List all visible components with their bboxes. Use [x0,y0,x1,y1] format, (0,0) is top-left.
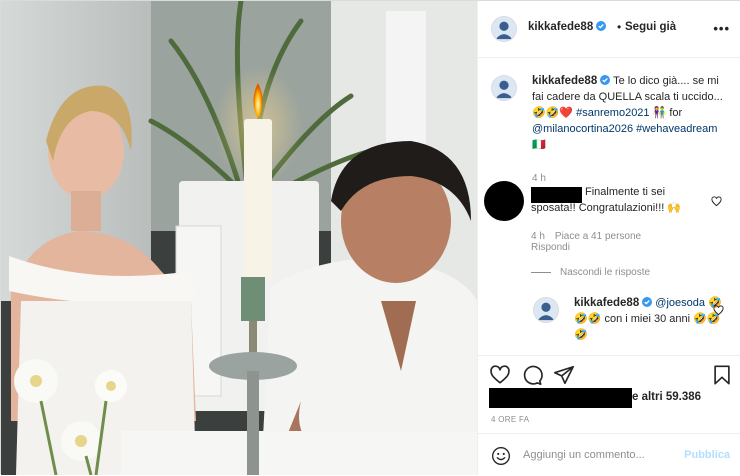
reply-username[interactable]: kikkafede88 [574,297,639,309]
avatar-image [534,298,558,322]
paper-plane-icon[interactable] [553,364,575,386]
follow-button[interactable]: Segui già [625,21,676,33]
likes-count[interactable]: e altri 59.386 [632,391,701,403]
header-username-text[interactable]: kikkafede88 [528,21,593,33]
post-actions: e altri 59.386 4 ORE FA Pubblica [478,355,740,475]
avatar-image [492,17,516,41]
comment-bubble-icon[interactable] [521,364,543,386]
publish-button[interactable]: Pubblica [684,449,730,461]
hashtag-link[interactable]: #sanremo2021 [576,107,649,119]
reply-button[interactable]: Rispondi [531,242,570,253]
caption-timestamp[interactable]: 4 h [532,173,546,184]
avatar[interactable] [491,75,517,101]
comment-input[interactable] [523,445,673,465]
header-separator: • [617,20,622,34]
caption-username[interactable]: kikkafede88 [532,75,597,87]
comment-meta: 4 h Piace a 41 persone [531,231,651,242]
smiley-icon[interactable] [491,446,511,466]
hide-replies-label[interactable]: Nascondi le risposte [560,267,650,278]
reply-text: kikkafede88 @joesoda 🤣🤣🤣 con i miei 30 a… [574,295,724,343]
hashtag-link[interactable]: #wehaveadream [636,123,717,135]
couple-candle-photo [1,1,477,475]
verified-badge-icon [596,21,607,31]
heart-icon[interactable] [489,364,511,386]
redacted-avatar [484,181,524,221]
comments-list[interactable]: kikkafede88 Te lo dico già.... se mi fai… [478,59,740,355]
comment-timestamp[interactable]: 4 h [531,231,545,242]
post-header: kikkafede88 • Segui già ••• [478,1,740,58]
avatar[interactable] [533,297,559,323]
verified-badge-icon [600,75,611,85]
comment-text: Finalmente ti sei sposata!! Congratulazi… [531,186,682,214]
flag-emoji: 🇮🇹 [532,139,546,151]
mention-link[interactable]: @joesoda [655,297,705,309]
bookmark-icon[interactable] [711,364,733,386]
instagram-post: kikkafede88 • Segui già ••• kikkafede88 … [0,0,740,475]
caption-text: kikkafede88 Te lo dico già.... se mi fai… [532,73,732,153]
divider-line [531,271,551,273]
heart-icon[interactable] [711,196,722,207]
verified-badge-icon [642,297,653,307]
heart-icon[interactable] [713,305,724,316]
pair-emoji: 👫 [652,107,667,119]
add-comment-bar: Pubblica [478,433,740,476]
header-username[interactable]: kikkafede88 [528,21,607,33]
avatar[interactable] [491,16,517,42]
post-sidebar: kikkafede88 • Segui già ••• kikkafede88 … [477,1,740,475]
hide-replies-toggle[interactable]: Nascondi le risposte [531,267,650,278]
post-photo[interactable] [1,1,477,475]
post-timestamp[interactable]: 4 ORE FA [491,415,529,424]
caption-for: for [669,107,683,119]
redacted-likers [489,388,632,408]
mention-link[interactable]: @milanocortina2026 [532,123,633,135]
comment-likes[interactable]: Piace a 41 persone [555,231,641,242]
more-options-icon[interactable]: ••• [713,21,730,36]
avatar-image [492,76,516,100]
